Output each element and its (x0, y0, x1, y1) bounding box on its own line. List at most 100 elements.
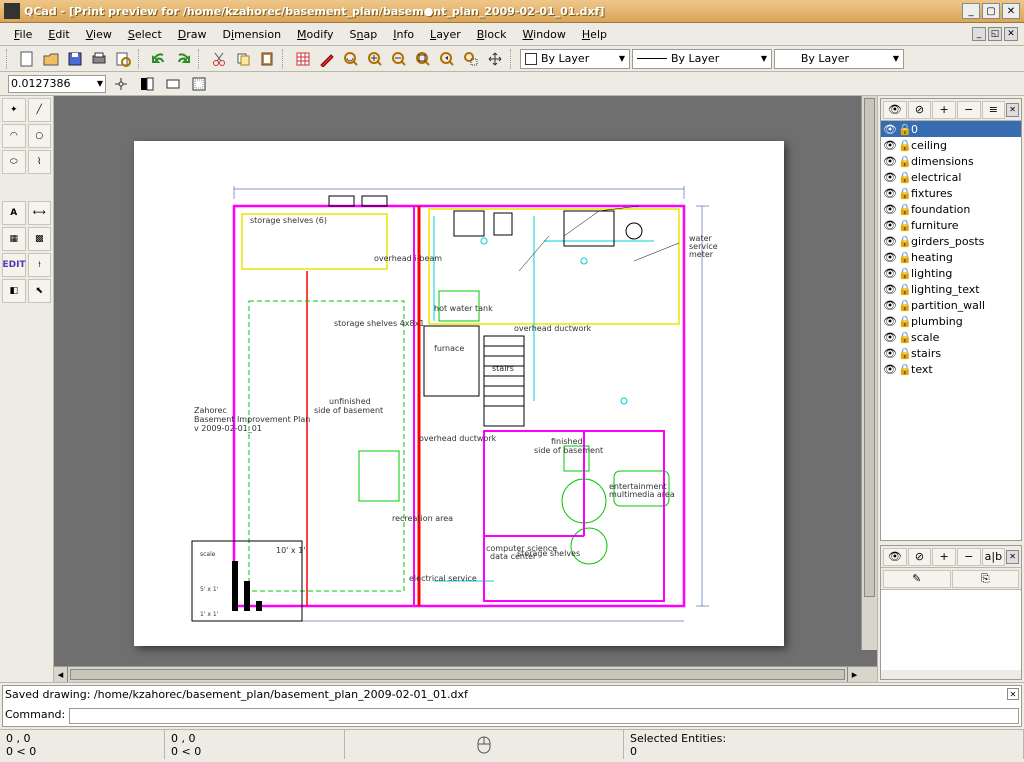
zoom-in-icon[interactable] (364, 48, 386, 70)
vertical-scrollbar[interactable] (861, 96, 877, 650)
new-icon[interactable] (16, 48, 38, 70)
eye-icon[interactable]: 👁 (883, 267, 895, 280)
layer-row-text[interactable]: 👁🔒text (881, 361, 1021, 377)
landscape-icon[interactable] (162, 73, 184, 95)
drawing-canvas[interactable]: furnace hot water tank stairs (54, 96, 877, 666)
menu-draw[interactable]: Draw (170, 26, 215, 43)
tool-line-icon[interactable]: ╱ (28, 98, 52, 122)
eye-icon[interactable]: 👁 (883, 123, 895, 136)
layer-hideall-icon[interactable]: ⊘ (908, 101, 932, 119)
block-panel-close-icon[interactable]: ✕ (1006, 550, 1019, 564)
layer-row-electrical[interactable]: 👁🔒electrical (881, 169, 1021, 185)
undo-icon[interactable] (148, 48, 170, 70)
zoom-previous-icon[interactable] (436, 48, 458, 70)
layer-row-heating[interactable]: 👁🔒heating (881, 249, 1021, 265)
layer-row-0[interactable]: 👁🔒0 (881, 121, 1021, 137)
tool-polyline-icon[interactable]: ⌇ (28, 150, 52, 174)
tool-image-icon[interactable]: ▩ (28, 227, 52, 251)
cut-icon[interactable] (208, 48, 230, 70)
close-button[interactable]: ✕ (1002, 3, 1020, 19)
mdi-close[interactable]: ✕ (1004, 27, 1018, 41)
layer-row-dimensions[interactable]: 👁🔒dimensions (881, 153, 1021, 169)
zoom-redraw-icon[interactable] (340, 48, 362, 70)
eye-icon[interactable]: 👁 (883, 235, 895, 248)
tool-edit-icon[interactable]: EDIT (2, 253, 26, 277)
command-panel-close-icon[interactable]: ✕ (1007, 688, 1019, 700)
block-insert-icon[interactable]: ⎘ (952, 570, 1020, 588)
layer-edit-icon[interactable]: ≡ (982, 101, 1006, 119)
linetype-bylayer-select[interactable]: By Layer▼ (632, 49, 772, 69)
layer-row-ceiling[interactable]: 👁🔒ceiling (881, 137, 1021, 153)
tool-hatch-icon[interactable]: ▦ (2, 227, 26, 251)
layer-remove-button[interactable]: − (957, 101, 981, 119)
eye-icon[interactable]: 👁 (883, 347, 895, 360)
color-bylayer-select[interactable]: By Layer▼ (520, 49, 630, 69)
print-preview-icon[interactable] (112, 48, 134, 70)
command-input[interactable] (69, 708, 1019, 724)
horizontal-scrollbar[interactable]: ◂ ▸ (54, 666, 877, 682)
menu-file[interactable]: File (6, 26, 40, 43)
zoom-out-icon[interactable] (388, 48, 410, 70)
block-remove-button[interactable]: − (957, 548, 981, 566)
eye-icon[interactable]: 👁 (883, 187, 895, 200)
block-hideall-icon[interactable]: ⊘ (908, 548, 932, 566)
minimize-button[interactable]: _ (962, 3, 980, 19)
lock-icon[interactable]: 🔒 (898, 251, 908, 264)
menu-view[interactable]: View (78, 26, 120, 43)
tool-point-icon[interactable]: ✦ (2, 98, 26, 122)
layer-panel-close-icon[interactable]: ✕ (1006, 103, 1019, 117)
layer-row-foundation[interactable]: 👁🔒foundation (881, 201, 1021, 217)
layer-add-button[interactable]: + (932, 101, 956, 119)
redo-icon[interactable] (172, 48, 194, 70)
eye-icon[interactable]: 👁 (883, 203, 895, 216)
lock-icon[interactable]: 🔒 (898, 219, 908, 232)
menu-select[interactable]: Select (120, 26, 170, 43)
lock-icon[interactable]: 🔒 (898, 283, 908, 296)
tool-circle-icon[interactable]: ○ (28, 124, 52, 148)
position-icon[interactable] (110, 73, 132, 95)
menu-info[interactable]: Info (385, 26, 422, 43)
lock-icon[interactable]: 🔒 (898, 299, 908, 312)
menu-edit[interactable]: Edit (40, 26, 77, 43)
lock-icon[interactable]: 🔒 (898, 235, 908, 248)
lock-icon[interactable]: 🔒 (898, 155, 908, 168)
eye-icon[interactable]: 👁 (883, 315, 895, 328)
zoom-pan-icon[interactable] (484, 48, 506, 70)
lock-icon[interactable]: 🔒 (898, 331, 908, 344)
zoom-auto-icon[interactable] (412, 48, 434, 70)
block-showall-icon[interactable]: 👁 (883, 548, 907, 566)
lock-icon[interactable]: 🔒 (898, 187, 908, 200)
menu-dimension[interactable]: Dimension (215, 26, 290, 43)
tool-select-icon[interactable]: ⬉ (28, 279, 52, 303)
mdi-restore[interactable]: ◱ (988, 27, 1002, 41)
block-add-button[interactable]: + (932, 548, 956, 566)
layer-row-stairs[interactable]: 👁🔒stairs (881, 345, 1021, 361)
tool-ellipse-icon[interactable]: ⬭ (2, 150, 26, 174)
layer-row-lighting[interactable]: 👁🔒lighting (881, 265, 1021, 281)
menu-layer[interactable]: Layer (422, 26, 469, 43)
maximize-button[interactable]: ▢ (982, 3, 1000, 19)
lock-icon[interactable]: 🔒 (898, 203, 908, 216)
eye-icon[interactable]: 👁 (883, 219, 895, 232)
print-icon[interactable] (88, 48, 110, 70)
eye-icon[interactable]: 👁 (883, 283, 895, 296)
layer-row-fixtures[interactable]: 👁🔒fixtures (881, 185, 1021, 201)
save-icon[interactable] (64, 48, 86, 70)
open-icon[interactable] (40, 48, 62, 70)
block-edit-icon[interactable]: ✎ (883, 570, 951, 588)
layer-row-scale[interactable]: 👁🔒scale (881, 329, 1021, 345)
layer-showall-icon[interactable]: 👁 (883, 101, 907, 119)
tool-arc-icon[interactable]: ◠ (2, 124, 26, 148)
layer-row-partition_wall[interactable]: 👁🔒partition_wall (881, 297, 1021, 313)
menu-snap[interactable]: Snap (342, 26, 386, 43)
eye-icon[interactable]: 👁 (883, 251, 895, 264)
tool-text-icon[interactable]: A (2, 201, 26, 225)
draft-icon[interactable] (316, 48, 338, 70)
menu-block[interactable]: Block (469, 26, 515, 43)
fit-page-icon[interactable] (188, 73, 210, 95)
menu-modify[interactable]: Modify (289, 26, 341, 43)
eye-icon[interactable]: 👁 (883, 331, 895, 344)
layer-row-lighting_text[interactable]: 👁🔒lighting_text (881, 281, 1021, 297)
mdi-minimize[interactable]: _ (972, 27, 986, 41)
lock-icon[interactable]: 🔒 (898, 139, 908, 152)
